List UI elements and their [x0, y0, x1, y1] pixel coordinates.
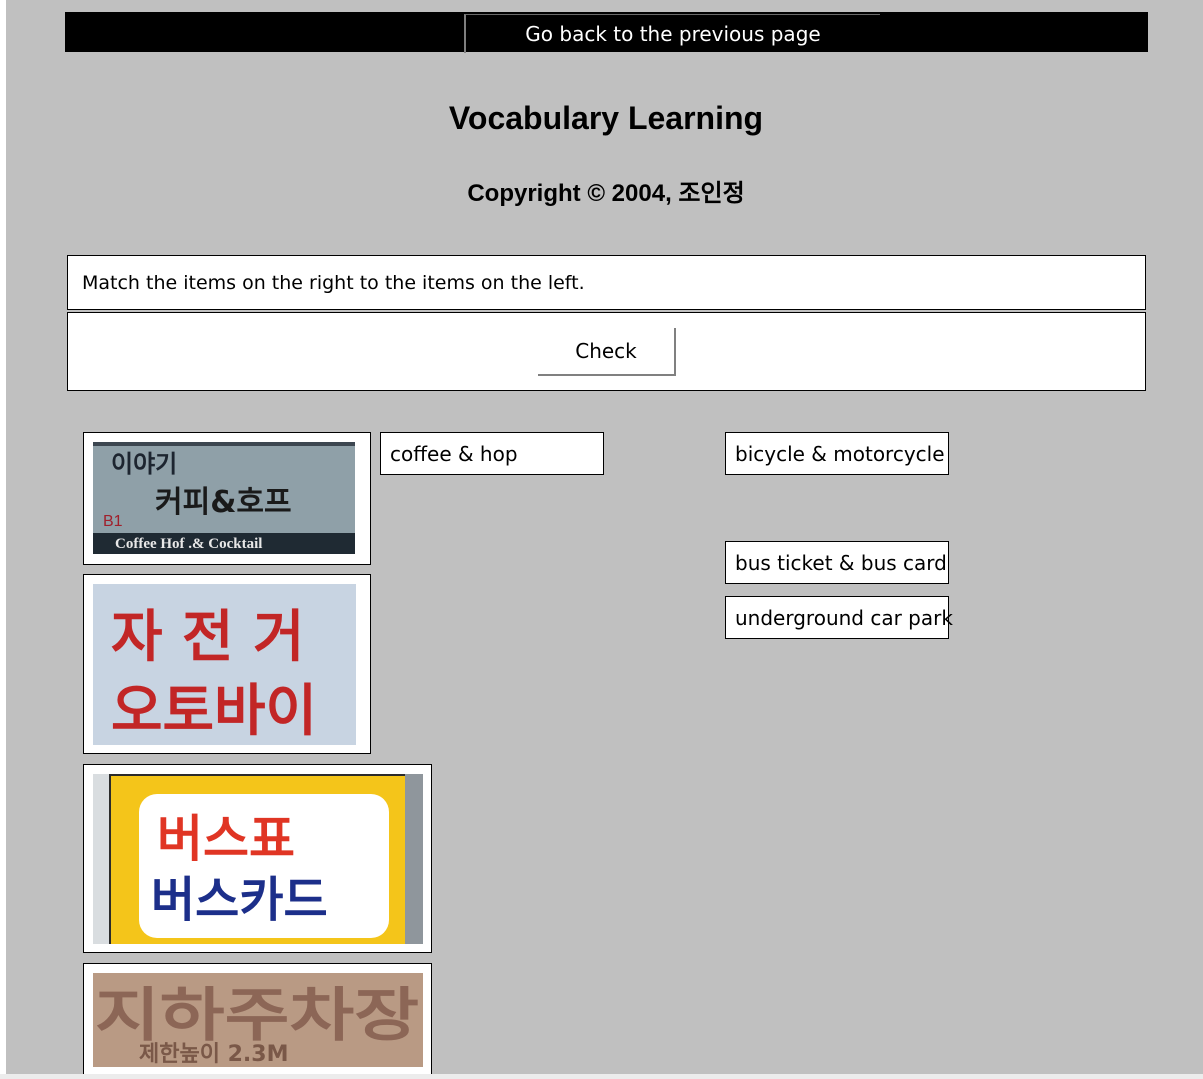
sign-image-parking: 지하주차장 제한높이 2.3M [83, 963, 432, 1077]
window-bottom-edge [0, 1074, 1203, 1079]
navigation-bar: Go back to the previous page [65, 12, 1148, 53]
sign1-footer: Coffee Hof .& Cocktail [115, 536, 262, 552]
sign-parking-graphic: 지하주차장 제한높이 2.3M [93, 973, 423, 1067]
sign2-line1: 자 전 거 [111, 605, 305, 670]
back-link[interactable]: Go back to the previous page [464, 14, 880, 53]
sign-coffee-hof-graphic: 이야기 커피&호프 B1 Coffee Hof .& Cocktail [93, 442, 355, 554]
sign4-line2: 제한높이 2.3M [139, 1042, 289, 1067]
instructions-text: Match the items on the right to the item… [82, 272, 585, 294]
placed-answer-coffee-hop[interactable]: coffee & hop [380, 432, 604, 475]
sign3-line2: 버스카드 [151, 872, 328, 928]
choice-bicycle-motorcycle[interactable]: bicycle & motorcycle [725, 432, 949, 475]
sign2-line2: 오토바이 [111, 679, 317, 744]
check-panel: Check [67, 312, 1146, 391]
sign1-line2: 커피&호프 [155, 485, 292, 520]
sign-bus-ticket-graphic: 버스표 버스카드 [93, 774, 423, 944]
sign-image-bus-ticket: 버스표 버스카드 [83, 764, 432, 953]
window-left-edge [0, 0, 6, 1079]
choice-bus-ticket-bus-card[interactable]: bus ticket & bus card [725, 541, 949, 584]
copyright-text: Copyright © 2004, 조인정 [467, 180, 745, 207]
instructions-panel: Match the items on the right to the item… [67, 255, 1146, 310]
sign-bicycle-graphic: 자 전 거 오토바이 [93, 584, 356, 745]
choice-underground-car-park[interactable]: underground car park [725, 596, 953, 639]
sign3-line1: 버스표 [157, 810, 295, 868]
sign1-badge: B1 [103, 513, 123, 530]
sign-image-coffee-hof: 이야기 커피&호프 B1 Coffee Hof .& Cocktail [83, 432, 371, 565]
page-title: Vocabulary Learning [448, 100, 764, 136]
sign4-line1: 지하주차장 [95, 981, 419, 1049]
check-button[interactable]: Check [538, 328, 676, 376]
sign1-line1: 이야기 [111, 450, 177, 478]
sign-image-bicycle: 자 전 거 오토바이 [83, 574, 371, 754]
